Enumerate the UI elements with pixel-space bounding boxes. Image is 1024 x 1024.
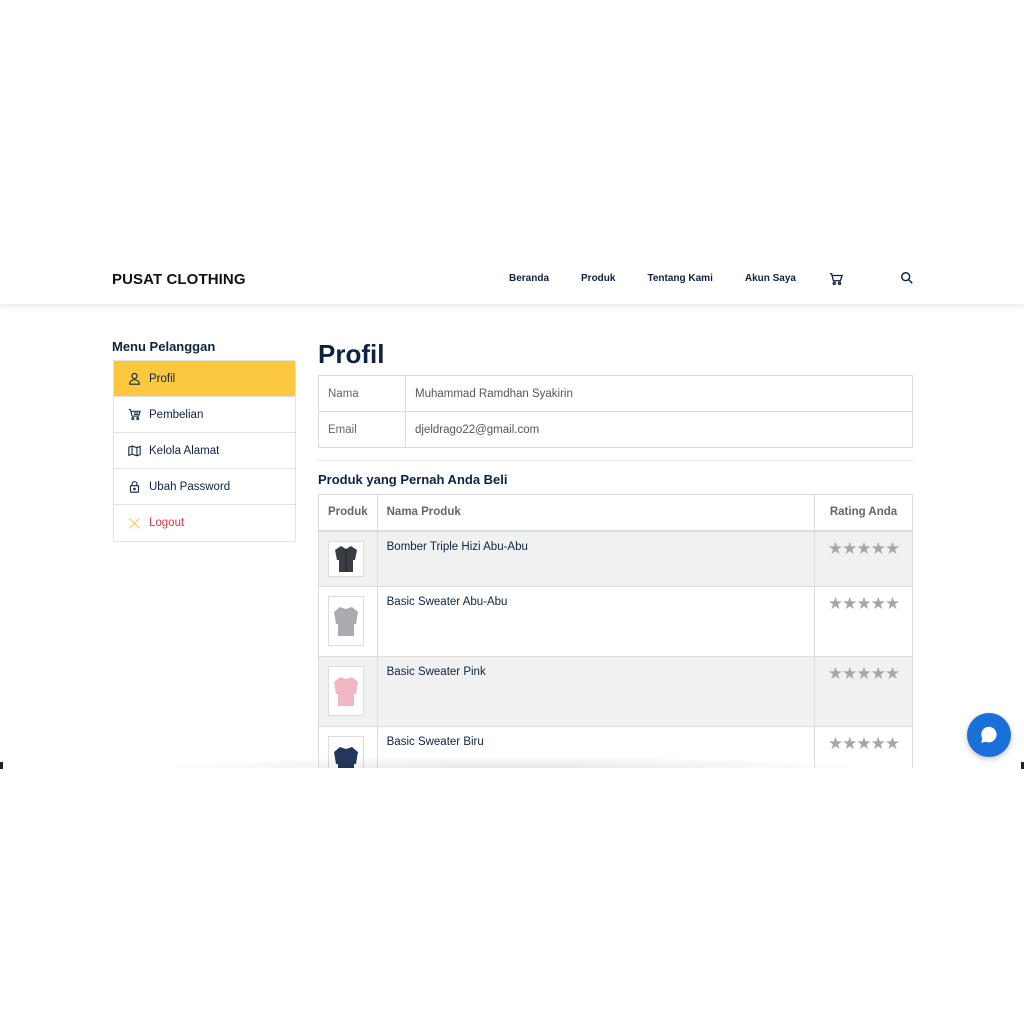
brand-logo[interactable]: PUSAT CLOTHING xyxy=(112,271,246,288)
profile-value: Muhammad Ramdhan Syakirin xyxy=(405,375,913,412)
chat-button[interactable] xyxy=(967,713,1011,757)
close-icon xyxy=(128,517,141,530)
profile-key: Email xyxy=(318,411,406,448)
sidebar-item-logout[interactable]: Logout xyxy=(114,505,295,541)
cart-icon[interactable] xyxy=(829,272,844,286)
sweater-icon xyxy=(334,606,358,636)
nav-link-produk[interactable]: Produk xyxy=(581,273,615,284)
nav-link-beranda[interactable]: Beranda xyxy=(509,273,549,284)
main-content: Profil Nama Muhammad Ramdhan Syakirin Em… xyxy=(318,336,913,768)
product-image-cell xyxy=(318,655,378,727)
window-edge xyxy=(0,762,3,769)
jacket-icon xyxy=(335,545,357,572)
profile-key: Nama xyxy=(318,375,406,412)
product-thumbnail[interactable] xyxy=(328,595,364,646)
product-name[interactable]: Basic Sweater Abu-Abu xyxy=(376,585,816,657)
nav-link-tentang-kami[interactable]: Tentang Kami xyxy=(647,273,712,284)
product-thumbnail[interactable] xyxy=(328,665,364,716)
product-thumbnail[interactable] xyxy=(328,540,364,577)
rating-cell: ★★★★★ xyxy=(814,655,913,727)
sidebar-item-label: Logout xyxy=(149,517,185,529)
star-rating[interactable]: ★★★★★ xyxy=(828,734,900,753)
section-divider xyxy=(318,460,913,461)
rating-cell: ★★★★★ xyxy=(814,530,913,587)
nav-link-akun-saya[interactable]: Akun Saya xyxy=(745,273,796,284)
page-title: Profil xyxy=(318,339,385,369)
profile-row-nama: Nama Muhammad Ramdhan Syakirin xyxy=(318,375,913,412)
table-header-row: Produk Nama Produk Rating Anda xyxy=(318,494,913,532)
star-rating[interactable]: ★★★★★ xyxy=(828,594,900,613)
browser-viewport: PUSAT CLOTHING Beranda Produk Tentang Ka… xyxy=(0,256,1024,768)
sidebar-item-label: Pembelian xyxy=(149,408,204,421)
sidebar-item-ubah-password[interactable]: Ubah Password xyxy=(114,469,295,505)
profile-table: Nama Muhammad Ramdhan Syakirin Email dje… xyxy=(318,375,913,448)
sidebar-item-label: Profil xyxy=(149,372,176,385)
column-header-rating: Rating Anda xyxy=(814,494,913,532)
rating-cell: ★★★★★ xyxy=(814,585,913,657)
star-rating[interactable]: ★★★★★ xyxy=(828,664,900,683)
purchases-title: Produk yang Pernah Anda Beli xyxy=(318,472,508,487)
sidebar-item-kelola-alamat[interactable]: Kelola Alamat xyxy=(114,433,295,469)
bottom-shadow xyxy=(150,756,870,768)
profile-row-email: Email djeldrago22@gmail.com xyxy=(318,411,913,448)
search-icon[interactable] xyxy=(900,271,914,285)
product-image-cell xyxy=(318,530,378,587)
purchases-table: Produk Nama Produk Rating Anda Bomber Tr… xyxy=(318,494,913,768)
table-row: Bomber Triple Hizi Abu-Abu ★★★★★ xyxy=(318,530,913,587)
sweater-icon xyxy=(334,676,358,706)
nav-links: Beranda Produk Tentang Kami Akun Saya xyxy=(509,273,828,284)
sidebar-menu: Profil Pembelian Kelola Alamat Ubah Pass… xyxy=(113,360,296,542)
table-row: Basic Sweater Pink ★★★★★ xyxy=(318,655,913,727)
top-navbar: PUSAT CLOTHING Beranda Produk Tentang Ka… xyxy=(0,256,1024,304)
sidebar-item-label: Kelola Alamat xyxy=(149,444,220,457)
product-name[interactable]: Basic Sweater Pink xyxy=(376,655,816,727)
column-header-produk: Produk xyxy=(318,494,378,532)
profile-value: djeldrago22@gmail.com xyxy=(405,411,913,448)
map-icon xyxy=(128,444,141,457)
product-name[interactable]: Bomber Triple Hizi Abu-Abu xyxy=(376,530,816,587)
star-rating[interactable]: ★★★★★ xyxy=(828,539,900,558)
chat-bubble-icon xyxy=(981,726,997,743)
column-header-nama-produk: Nama Produk xyxy=(376,494,816,532)
sidebar-item-pembelian[interactable]: Pembelian xyxy=(114,397,295,433)
sidebar-title: Menu Pelanggan xyxy=(112,339,216,354)
sidebar-item-profil[interactable]: Profil xyxy=(114,361,295,397)
product-image-cell xyxy=(318,585,378,657)
cart-icon xyxy=(128,408,141,421)
sidebar-item-label: Ubah Password xyxy=(149,480,231,493)
user-icon xyxy=(128,372,141,385)
table-row: Basic Sweater Abu-Abu ★★★★★ xyxy=(318,585,913,657)
lock-icon xyxy=(128,480,141,493)
